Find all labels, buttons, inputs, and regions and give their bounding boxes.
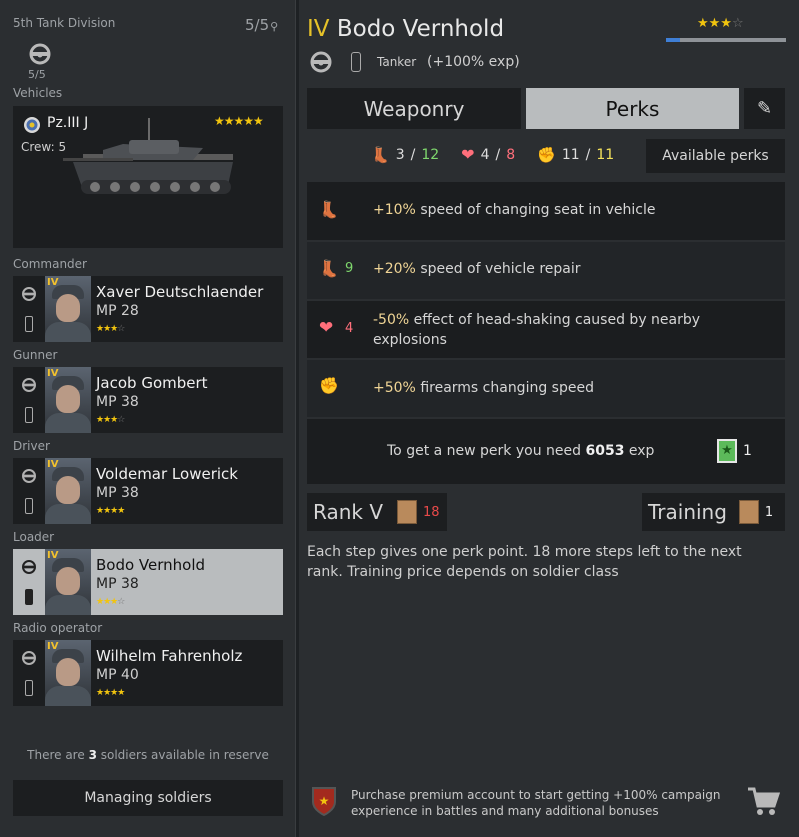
person-icon: ⚲: [270, 20, 279, 33]
perk-slot[interactable]: 👢 9 +20% speed of vehicle repair: [307, 242, 785, 299]
role-label-commander: Commander: [13, 257, 87, 271]
soldier-portrait: IV: [45, 367, 91, 433]
steering-wheel-icon: [28, 42, 52, 66]
ammo-icon: [351, 52, 361, 72]
rank-up-button[interactable]: Rank V 18: [307, 493, 447, 531]
steering-wheel-icon: [309, 50, 333, 74]
exp-progress-bar: [666, 38, 786, 42]
soldier-name: Jacob Gombert: [96, 374, 208, 392]
ammo-icon: [25, 407, 33, 423]
tank-image: [63, 118, 243, 218]
tab-weaponry[interactable]: Weaponry: [307, 88, 521, 129]
crew-card-radio-operator[interactable]: IV Wilhelm Fahrenholz MP 40 ★★★★: [13, 640, 283, 706]
managing-soldiers-button[interactable]: Managing soldiers: [13, 780, 283, 816]
soldier-mp: MP 40: [96, 667, 139, 683]
soldier-stars: ★★★☆: [96, 415, 125, 425]
steering-wheel-icon: [21, 468, 37, 484]
boot-icon: 👢: [371, 145, 390, 164]
soldier-stars: ★★★★: [96, 688, 125, 698]
perk-description: +10% speed of changing seat in vehicle: [373, 202, 656, 218]
ammo-icon: [25, 498, 33, 514]
role-label-loader: Loader: [13, 530, 55, 544]
crew-card-gunner[interactable]: IV Jacob Gombert MP 38 ★★★☆: [13, 367, 283, 433]
division-name: 5th Tank Division: [13, 16, 116, 30]
perk-cost: 4: [345, 321, 354, 336]
reserve-info: There are 3 soldiers available in reserv…: [27, 748, 269, 762]
tab-perks[interactable]: Perks: [526, 88, 739, 129]
soldier-mp: MP 28: [96, 303, 139, 319]
boot-token-icon: [738, 500, 759, 524]
exp-bonus: (+100% exp): [427, 54, 520, 70]
ammo-icon: [25, 316, 33, 332]
vehicles-label: Vehicles: [13, 86, 63, 100]
boot-icon: 👢: [319, 200, 339, 219]
steering-wheel-icon: [21, 286, 37, 302]
boot-token-icon: [397, 500, 418, 524]
premium-text: Purchase premium account to start gettin…: [351, 788, 721, 818]
edit-pencil-icon[interactable]: ✎: [744, 88, 785, 129]
soldier-portrait: IV: [45, 549, 91, 615]
soldier-details-panel: IV Bodo Vernhold ★★★☆ Tanker (+100% exp)…: [299, 0, 799, 837]
soldier-mp: MP 38: [96, 485, 139, 501]
role-label-gunner: Gunner: [13, 348, 58, 362]
soldier-mp: MP 38: [96, 576, 139, 592]
soldier-name: Bodo Vernhold: [96, 556, 206, 574]
soldier-portrait: IV: [45, 276, 91, 342]
perk-points: 👢 3/12 ❤ 4/8 ✊ 11/11: [371, 145, 615, 164]
perk-slot[interactable]: 👢 +10% speed of changing seat in vehicle: [307, 182, 785, 240]
vehicle-crew: Crew: 5: [21, 140, 67, 154]
role-label-radio-operator: Radio operator: [13, 621, 103, 635]
rank-description: Each step gives one perk point. 18 more …: [307, 544, 742, 580]
perk-description: +50% firearms changing speed: [373, 380, 594, 396]
available-perks-button[interactable]: Available perks: [646, 139, 785, 173]
heart-icon: ❤: [319, 318, 334, 338]
soldier-class: Tanker: [377, 55, 417, 69]
boot-icon: 👢: [319, 259, 339, 278]
role-label-driver: Driver: [13, 439, 50, 453]
fist-icon: ✊: [319, 376, 339, 395]
soldier-stars: ★★★★: [96, 506, 125, 516]
steering-wheel-icon: [21, 377, 37, 393]
new-perk-info: To get a new perk you need 6053 exp ★ 1: [307, 419, 785, 484]
soldier-name: Wilhelm Fahrenholz: [96, 647, 243, 665]
svg-text:★: ★: [319, 794, 330, 808]
steering-wheel-icon: [21, 650, 37, 666]
soldier-name: Xaver Deutschlaender: [96, 283, 264, 301]
squad-panel: 5th Tank Division 5/5⚲ 5/5 Vehicles Pz.I…: [0, 0, 296, 837]
ammo-icon: [25, 680, 33, 696]
perk-description: +20% speed of vehicle repair: [373, 261, 581, 277]
perk-order-icon: ★: [717, 439, 737, 463]
heart-icon: ❤: [461, 145, 475, 164]
perk-order-count: 1: [743, 443, 752, 459]
perk-slot[interactable]: ✊ +50% firearms changing speed: [307, 360, 785, 417]
soldier-name: Voldemar Lowerick: [96, 465, 238, 483]
soldier-portrait: IV: [45, 458, 91, 524]
fist-icon: ✊: [537, 145, 556, 164]
crew-card-driver[interactable]: IV Voldemar Lowerick MP 38 ★★★★: [13, 458, 283, 524]
soldier-stars: ★★★☆: [697, 16, 744, 31]
vehicle-card[interactable]: Pz.III J ★★★★★ Crew: 5: [13, 106, 283, 248]
soldier-title: IV Bodo Vernhold: [307, 16, 505, 42]
soldier-stars: ★★★☆: [96, 324, 125, 334]
perk-description: -50% effect of head-shaking caused by ne…: [373, 312, 701, 348]
perk-cost: 9: [345, 261, 354, 276]
premium-shield-icon: ★: [311, 786, 337, 817]
shopping-cart-icon[interactable]: [746, 786, 781, 816]
soldier-mp: MP 38: [96, 394, 139, 410]
crew-card-commander[interactable]: IV Xaver Deutschlaender MP 28 ★★★☆: [13, 276, 283, 342]
soldier-portrait: IV: [45, 640, 91, 706]
soldier-stars: ★★★☆: [96, 597, 125, 607]
perk-slot[interactable]: ❤ 4 -50% effect of head-shaking caused b…: [307, 301, 785, 358]
germany-emblem-icon: [23, 116, 41, 134]
training-button[interactable]: Training 1: [642, 493, 785, 531]
crew-card-loader[interactable]: IV Bodo Vernhold MP 38 ★★★☆: [13, 549, 283, 615]
slots-count: 5/5⚲: [245, 16, 279, 34]
vehicle-count: 5/5: [28, 68, 46, 81]
steering-wheel-icon: [21, 559, 37, 575]
ammo-icon: [25, 589, 33, 605]
